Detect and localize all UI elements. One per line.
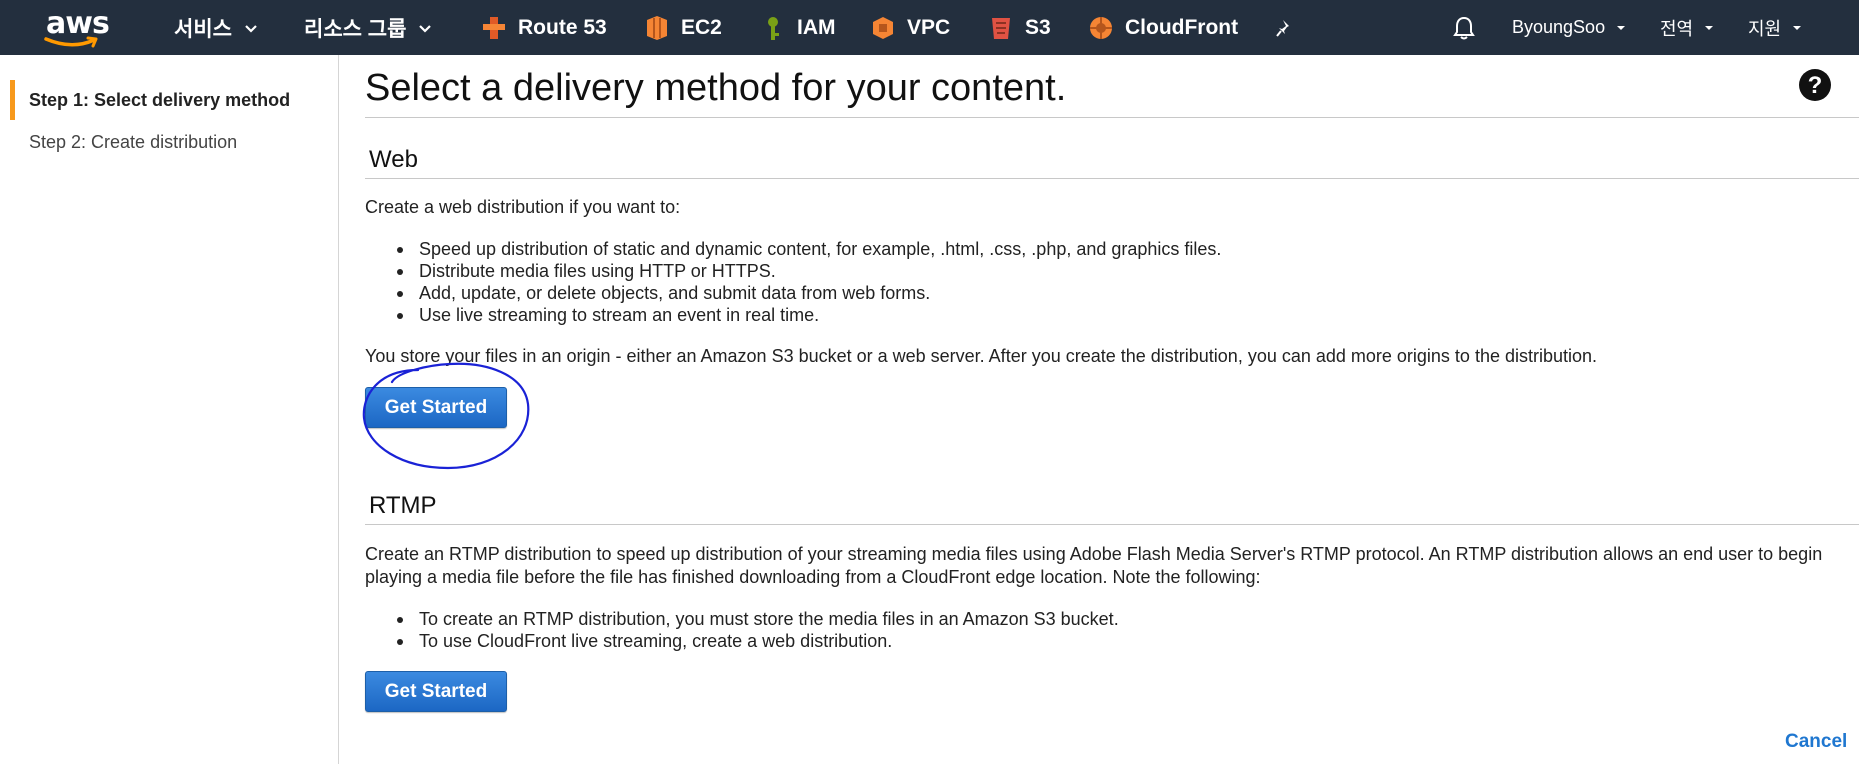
shortcut-s3[interactable]: S3 [987,0,1051,55]
wizard-steps-sidebar: Step 1: Select delivery method Step 2: C… [0,55,339,764]
rtmp-bullet-list: To create an RTMP distribution, you must… [397,608,1119,652]
services-label: 서비스 [174,17,232,41]
account-label: ByoungSoo [1512,17,1606,37]
resource-groups-menu[interactable]: 리소스 그룹 [304,0,432,55]
list-item: To create an RTMP distribution, you must… [397,609,1119,629]
web-bullet-list: Speed up distribution of static and dyna… [396,238,1222,326]
cloudfront-icon [1090,16,1112,39]
chevron-down-icon [245,24,257,33]
rtmp-section-heading: RTMP [369,492,437,519]
web-section-divider [365,178,1859,179]
svg-text:?: ? [1808,72,1823,99]
step-label: Step 1: Select delivery method [29,89,291,110]
shortcut-label: Route 53 [518,15,607,39]
aws-smile-icon [44,36,98,48]
shortcut-ec2[interactable]: EC2 [643,0,722,55]
support-label: 지원 [1748,18,1782,39]
rtmp-intro-text: Create an RTMP distribution to speed up … [365,544,1823,587]
web-get-started-button[interactable]: Get Started [365,387,507,428]
list-item: Speed up distribution of static and dyna… [396,239,1222,259]
list-item: Use live streaming to stream an event in… [396,304,1221,326]
step-label: Step 2: Create distribution [29,131,238,152]
shortcut-label: CloudFront [1125,15,1239,39]
shortcut-route53[interactable]: Route 53 [480,0,607,55]
shortcut-label: IAM [797,15,836,39]
web-intro-text: Create a web distribution if you want to… [365,197,681,217]
services-menu[interactable]: 서비스 [174,0,258,55]
rtmp-get-started-button[interactable]: Get Started [365,671,507,712]
region-label: 전역 [1660,18,1694,39]
main-content: Select a delivery method for your conten… [339,55,1859,764]
iam-icon [768,16,779,40]
vpc-icon [873,16,893,39]
shortcut-vpc[interactable]: VPC [869,0,950,55]
account-menu[interactable]: ByoungSoo [1512,0,1627,55]
pin-shortcuts-button[interactable] [1275,0,1295,55]
chevron-down-icon [1705,25,1714,30]
s3-icon [992,17,1010,39]
chevron-down-icon [1793,25,1802,30]
aws-logo[interactable]: aws [40,6,110,48]
step-create-distribution[interactable]: Step 2: Create distribution [0,122,338,162]
shortcut-label: EC2 [681,15,722,39]
top-navigation-bar: aws 서비스 리소스 그룹 Route 53 EC2 IAM VPC S3 C… [0,0,1859,55]
step-select-delivery-method[interactable]: Step 1: Select delivery method [0,80,338,120]
web-origin-note: You store your files in an origin - eith… [365,346,1598,366]
resource-groups-label: 리소스 그룹 [304,17,407,41]
list-item: Distribute media files using HTTP or HTT… [396,260,1221,282]
pin-icon [1276,19,1289,37]
bell-icon [1453,16,1475,39]
support-menu[interactable]: 지원 [1748,0,1803,55]
chevron-down-icon [1617,25,1626,30]
shortcut-label: VPC [907,15,951,39]
route53-icon [483,16,505,39]
rtmp-section-divider [365,524,1859,525]
list-item: To use CloudFront live streaming, create… [397,630,1119,652]
ec2-icon [647,15,667,40]
web-section-heading: Web [369,146,418,173]
chevron-down-icon [419,24,432,33]
list-item: Add, update, or delete objects, and subm… [396,282,1221,304]
notifications-button[interactable] [1452,0,1476,55]
cancel-link[interactable]: Cancel [1785,731,1847,753]
page-title: Select a delivery method for your conten… [365,67,1067,109]
shortcut-label: S3 [1025,15,1051,39]
shortcut-iam[interactable]: IAM [759,0,836,55]
title-divider [365,117,1859,118]
shortcut-cloudfront[interactable]: CloudFront [1087,0,1238,55]
question-circle-icon[interactable]: ? [1798,68,1832,102]
region-menu[interactable]: 전역 [1660,0,1715,55]
